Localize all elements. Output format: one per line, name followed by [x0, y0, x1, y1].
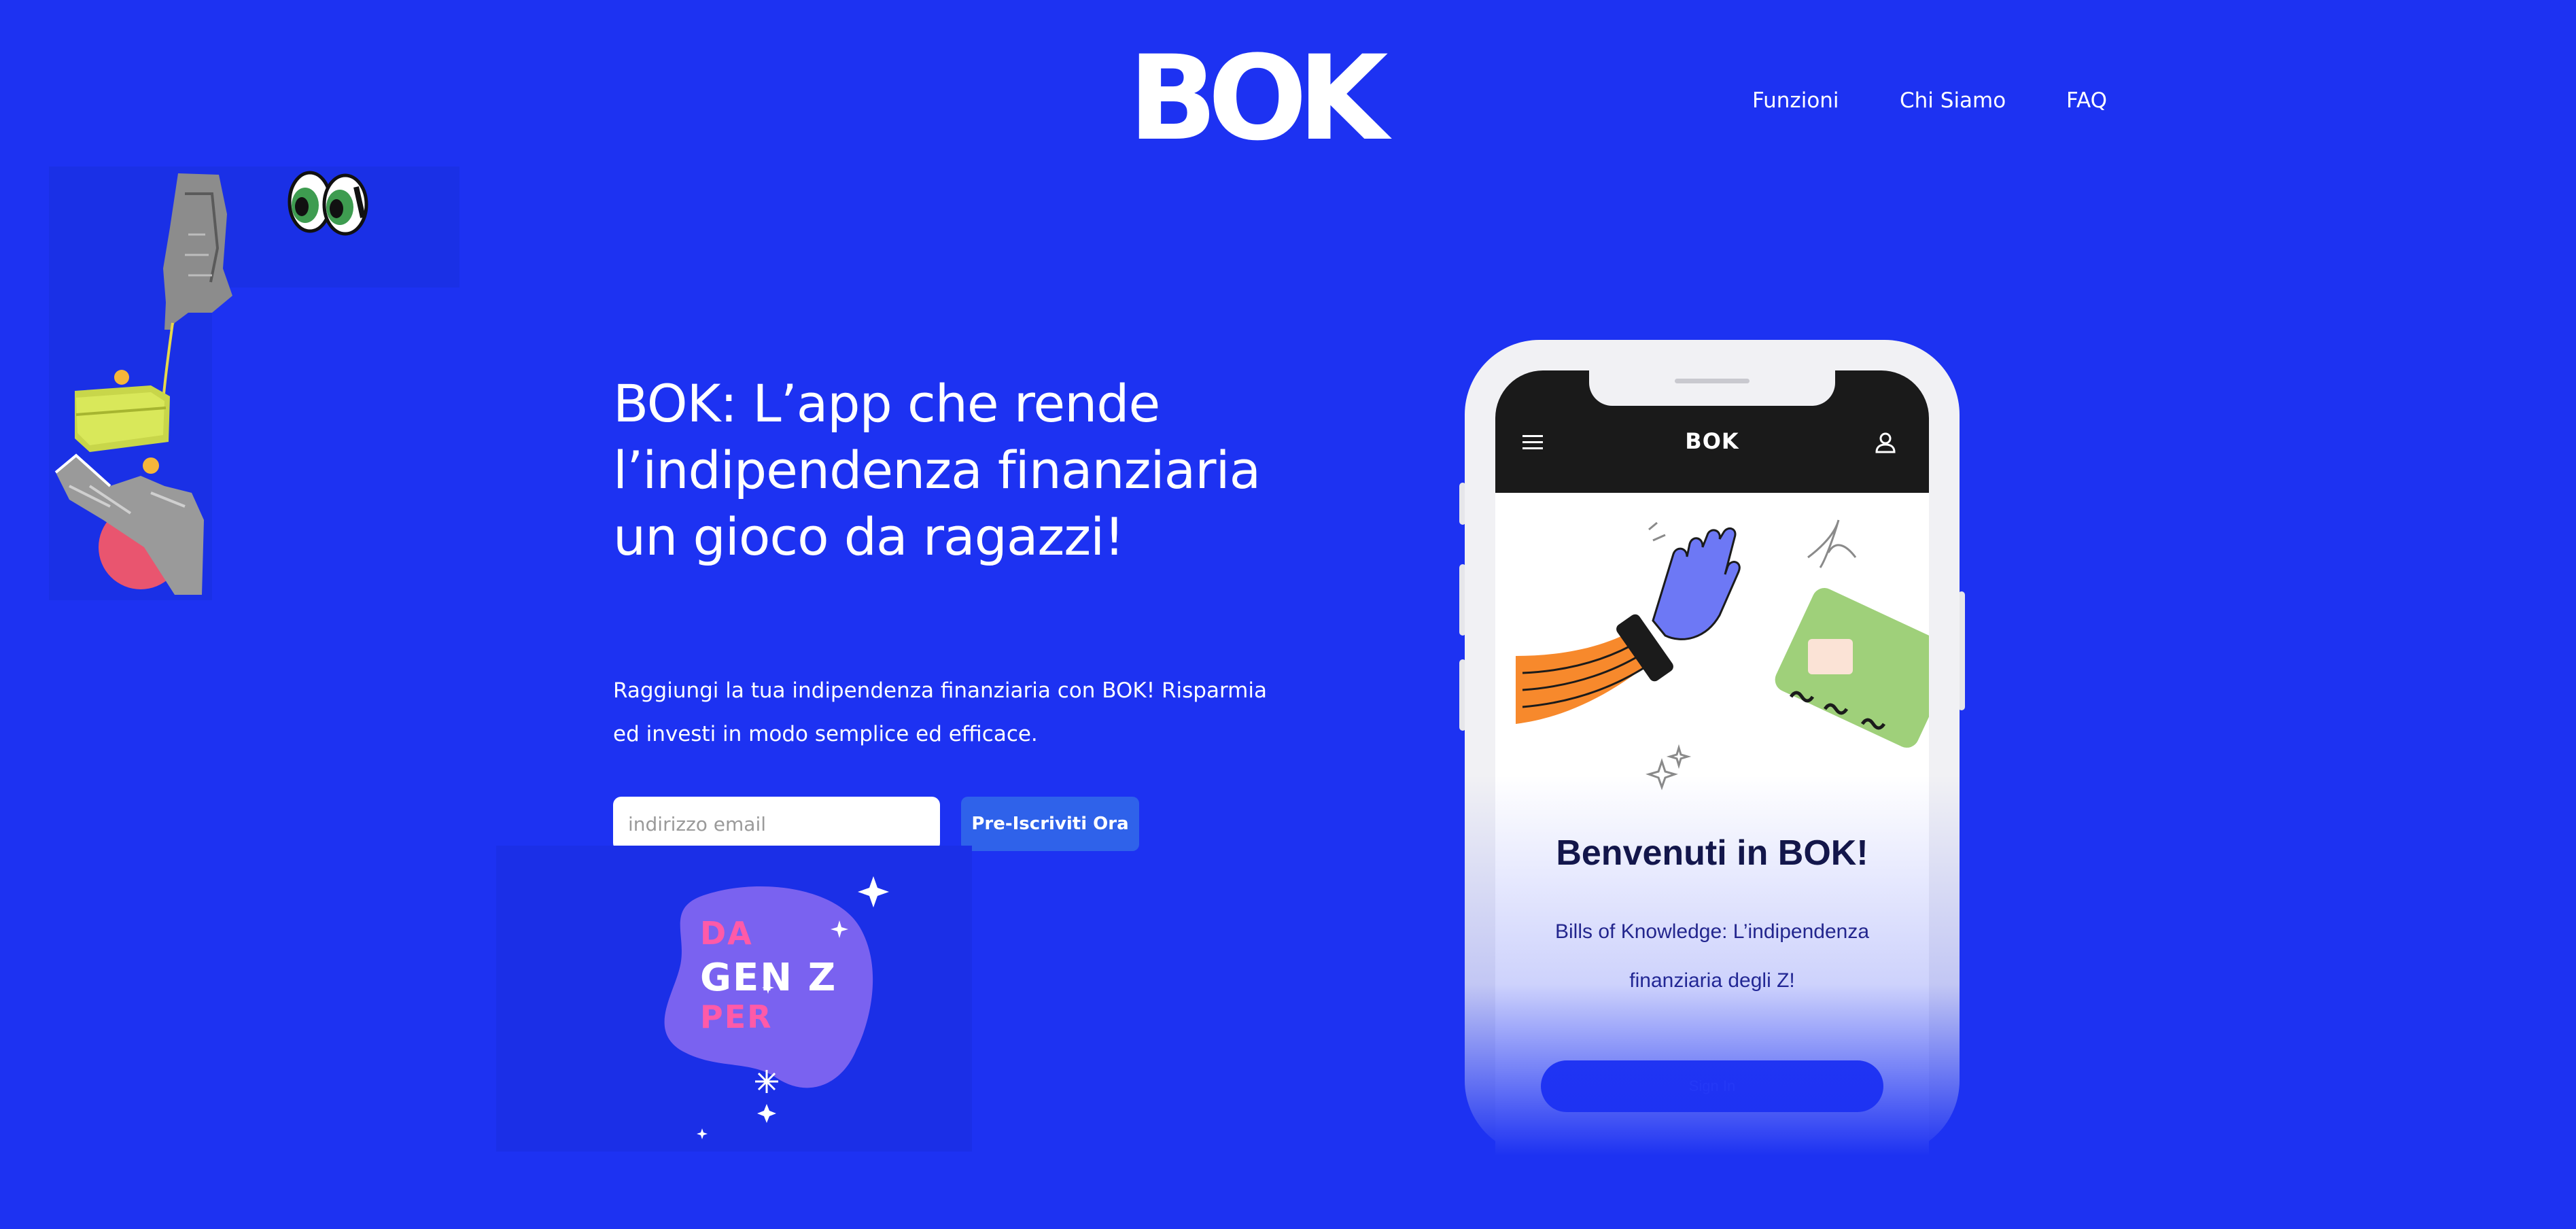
upper-hand-icon	[162, 173, 232, 402]
app-tagline: Bills of Knowledge: L’indipendenza finan…	[1555, 920, 1869, 992]
welcome-illustration	[1516, 519, 1929, 791]
user-icon[interactable]	[1873, 430, 1898, 455]
hero-headline: BOK: L’app che rende l’indipendenza fina…	[613, 373, 1261, 567]
badge-text-per: PER	[700, 999, 773, 1035]
phone-notch	[1589, 370, 1835, 406]
nav-link-funzioni[interactable]: Funzioni	[1752, 87, 1839, 114]
hamburger-menu-icon[interactable]	[1521, 433, 1544, 452]
email-input[interactable]	[613, 797, 940, 851]
app-content-card: Benvenuti in BOK! Bills of Knowledge: L’…	[1495, 493, 1929, 1156]
nav-link-chi-siamo[interactable]: Chi Siamo	[1900, 87, 2006, 114]
nav-link-faq[interactable]: FAQ	[2066, 87, 2107, 114]
starburst-icon	[755, 1070, 778, 1093]
bok-logo[interactable]: BOK	[1128, 40, 1389, 157]
welcome-heading: Benvenuti in BOK!	[1556, 833, 1868, 873]
hero-subtitle: Raggiungi la tua indipendenza finanziari…	[613, 678, 1267, 746]
hands-money-illustration	[54, 171, 368, 595]
gen-z-badge-panel: DA GEN Z PER	[496, 846, 972, 1152]
lower-hand-icon	[54, 453, 204, 595]
badge-text-da: DA	[700, 915, 753, 952]
waving-hand-icon	[1516, 527, 1741, 724]
money-stack-icon	[75, 370, 170, 474]
cartoon-eyes-icon	[288, 171, 368, 236]
phone-screen: BOK Benvenuti in BOK! Bills of Knowledge…	[1495, 370, 1929, 1156]
phone-mockup: BOK Benvenuti in BOK! Bills of Knowledge…	[1444, 340, 1981, 1156]
app-top-bar: BOK	[1495, 370, 1929, 493]
app-title: BOK	[1685, 428, 1739, 454]
pre-register-button[interactable]: Pre-Iscriviti Ora	[961, 797, 1139, 851]
badge-text-gen-z: GEN Z	[700, 956, 837, 1000]
sign-in-button[interactable]: Sign In	[1541, 1060, 1883, 1112]
credit-card-icon	[1775, 588, 1929, 748]
